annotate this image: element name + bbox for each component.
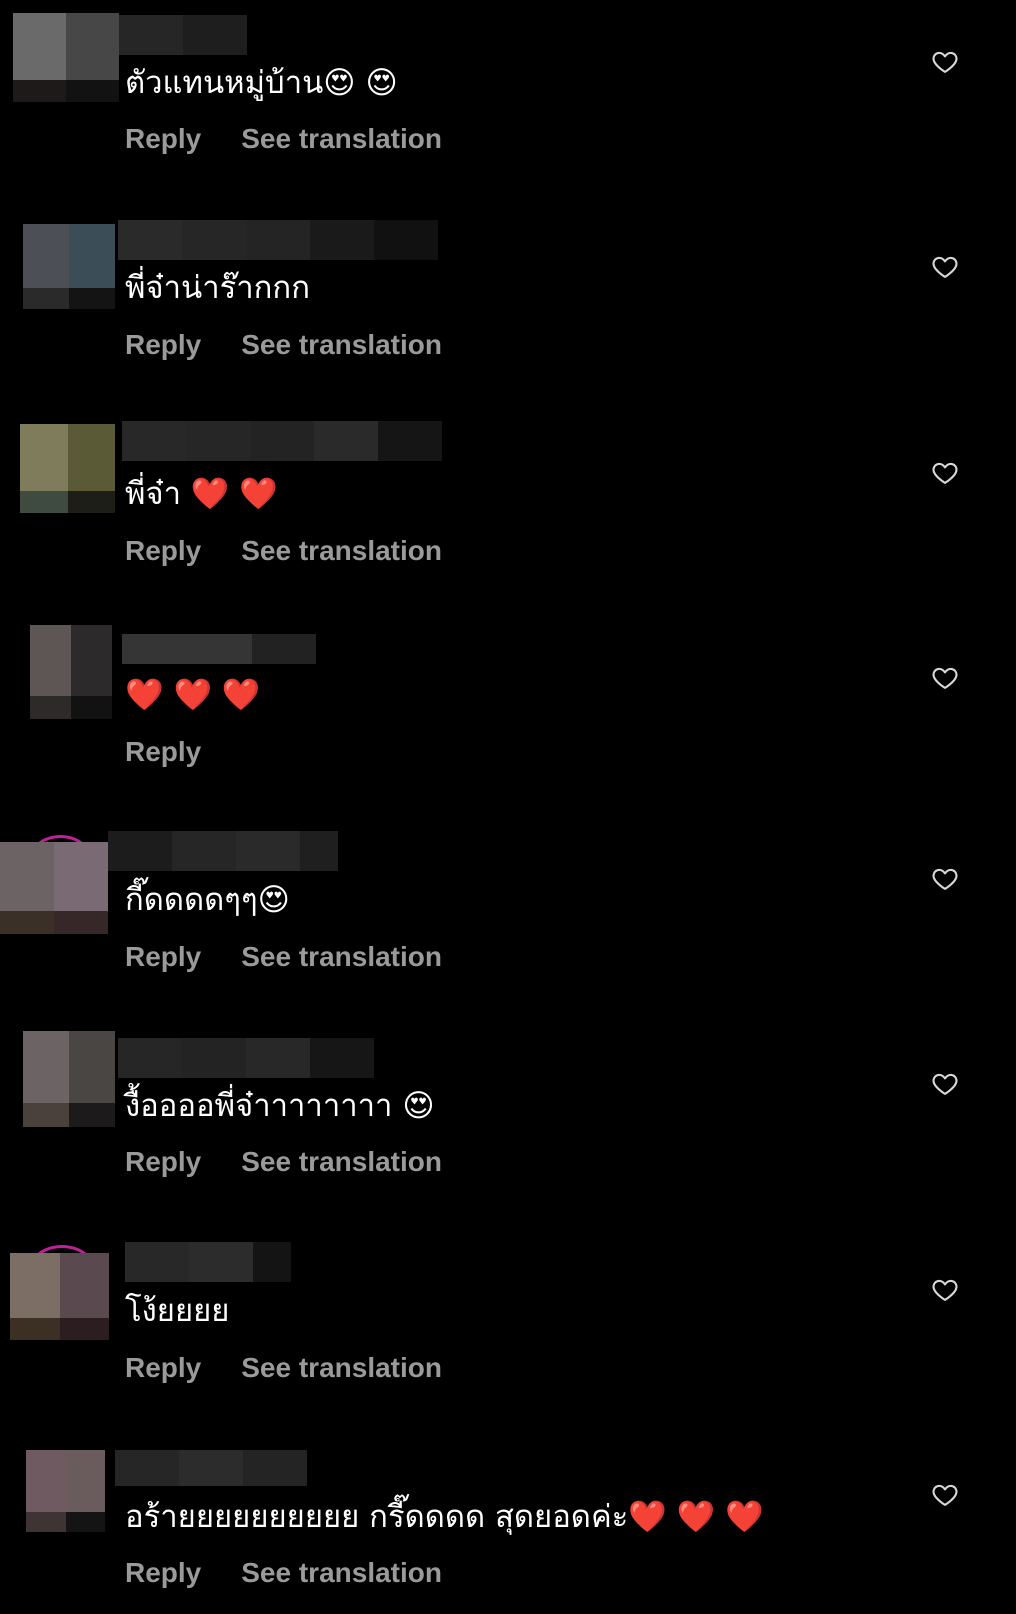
heart-outline-icon — [932, 256, 958, 278]
reply-button[interactable]: Reply — [125, 328, 201, 362]
comment-actions: Reply See translation — [125, 534, 442, 568]
reply-button[interactable]: Reply — [125, 534, 201, 568]
see-translation-button[interactable]: See translation — [241, 1556, 442, 1590]
like-button[interactable] — [931, 664, 959, 692]
like-button[interactable] — [931, 48, 959, 76]
avatar[interactable] — [13, 13, 119, 102]
comment-text: ❤️ ❤️ ❤️ — [125, 677, 261, 713]
username[interactable] — [118, 220, 438, 260]
heart-outline-icon — [932, 1073, 958, 1095]
avatar[interactable] — [26, 1450, 105, 1532]
comment-text: งื้ออออพี่จ๋าาาาาาาา 😍 — [125, 1088, 435, 1124]
comment-text: ตัวแทนหมู่บ้าน😍 😍 — [125, 65, 398, 101]
like-button[interactable] — [931, 459, 959, 487]
like-button[interactable] — [931, 1481, 959, 1509]
see-translation-button[interactable]: See translation — [241, 534, 442, 568]
comment-text: กี๊ดดดดๆๆ😍 — [125, 882, 290, 918]
heart-outline-icon — [932, 667, 958, 689]
comment-actions: Reply See translation — [125, 328, 442, 362]
comment-actions: Reply See translation — [125, 122, 442, 156]
heart-outline-icon — [932, 1484, 958, 1506]
see-translation-button[interactable]: See translation — [241, 1351, 442, 1385]
see-translation-button[interactable]: See translation — [241, 328, 442, 362]
comment-text: โง้ยยยย — [125, 1293, 230, 1329]
avatar[interactable] — [23, 224, 115, 309]
username[interactable] — [125, 1242, 291, 1282]
reply-button[interactable]: Reply — [125, 1351, 201, 1385]
avatar[interactable] — [10, 1253, 109, 1340]
comment-actions: Reply See translation — [125, 1556, 442, 1590]
comment-actions: Reply See translation — [125, 940, 442, 974]
avatar[interactable] — [30, 625, 112, 719]
username[interactable] — [108, 831, 338, 871]
like-button[interactable] — [931, 253, 959, 281]
username[interactable] — [118, 1038, 374, 1078]
heart-outline-icon — [932, 868, 958, 890]
comment-text: อร้ายยยยยยยยยย กรี๊ดดดด สุดยอดค่ะ❤️ ❤️ ❤… — [125, 1499, 764, 1535]
avatar[interactable] — [20, 424, 115, 513]
heart-outline-icon — [932, 1279, 958, 1301]
comment-actions: Reply — [125, 735, 201, 769]
comment-actions: Reply See translation — [125, 1145, 442, 1179]
reply-button[interactable]: Reply — [125, 1556, 201, 1590]
see-translation-button[interactable]: See translation — [241, 122, 442, 156]
reply-button[interactable]: Reply — [125, 122, 201, 156]
username[interactable] — [122, 421, 442, 461]
username[interactable] — [122, 634, 316, 664]
comment-text: พี่จ๋า ❤️ ❤️ — [125, 476, 278, 512]
reply-button[interactable]: Reply — [125, 940, 201, 974]
heart-outline-icon — [932, 51, 958, 73]
username[interactable] — [119, 15, 247, 55]
see-translation-button[interactable]: See translation — [241, 940, 442, 974]
like-button[interactable] — [931, 1276, 959, 1304]
reply-button[interactable]: Reply — [125, 735, 201, 769]
comment-text: พี่จ๋าน่าร๊ากกก — [125, 270, 310, 306]
avatar[interactable] — [0, 842, 108, 934]
reply-button[interactable]: Reply — [125, 1145, 201, 1179]
comment-actions: Reply See translation — [125, 1351, 442, 1385]
avatar[interactable] — [23, 1031, 115, 1127]
heart-outline-icon — [932, 462, 958, 484]
like-button[interactable] — [931, 1070, 959, 1098]
see-translation-button[interactable]: See translation — [241, 1145, 442, 1179]
username[interactable] — [115, 1450, 307, 1486]
like-button[interactable] — [931, 865, 959, 893]
